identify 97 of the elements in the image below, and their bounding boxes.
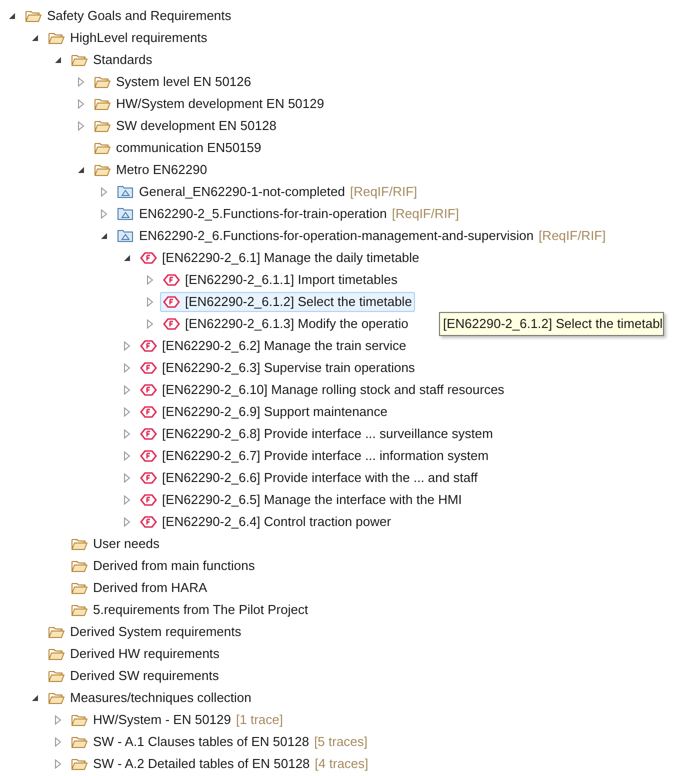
folder-icon — [48, 647, 65, 661]
expand-toggle-icon[interactable] — [144, 318, 156, 330]
tooltip: [EN62290-2_6.1.2] Select the timetabl — [439, 312, 664, 336]
requirement-icon — [140, 515, 157, 529]
item-annotation: [4 traces] — [314, 755, 368, 774]
folder-icon — [94, 75, 111, 89]
expand-toggle-icon[interactable] — [144, 274, 156, 286]
expand-toggle-icon[interactable] — [98, 208, 110, 220]
tree-item[interactable]: [EN62290-2_6.7] Provide interface ... information system — [137, 446, 492, 466]
tree-item[interactable]: [EN62290-2_6.8] Provide interface ... surveillance system — [137, 424, 496, 444]
diagram-box-icon — [117, 229, 134, 243]
tree-item[interactable]: [EN62290-2_6.1.1] Import timetables — [160, 270, 400, 290]
tree-item[interactable]: [EN62290-2_6.9] Support maintenance — [137, 402, 390, 422]
expand-toggle-icon[interactable] — [75, 98, 87, 110]
requirement-icon — [140, 449, 157, 463]
tree-item[interactable]: EN62290-2_6.Functions-for-operation-management-and-supervision — [114, 226, 537, 246]
tree-item[interactable]: SW development EN 50128 — [91, 116, 280, 136]
requirement-icon — [140, 361, 157, 375]
diagram-box-icon — [117, 185, 134, 199]
tree-item[interactable]: Safety Goals and Requirements — [22, 6, 234, 26]
expand-toggle-icon[interactable] — [121, 428, 133, 440]
item-annotation: [ReqIF/RIF] — [392, 205, 460, 224]
folder-icon — [94, 141, 111, 155]
tree-item[interactable]: [EN62290-2_6.1] Manage the daily timetable — [137, 248, 422, 268]
expand-toggle-icon[interactable] — [98, 186, 110, 198]
folder-icon — [94, 97, 111, 111]
tree-item[interactable]: EN62290-2_5.Functions-for-train-operation — [114, 204, 390, 224]
expand-toggle-icon[interactable] — [121, 450, 133, 462]
requirement-icon — [140, 339, 157, 353]
requirement-icon — [140, 493, 157, 507]
tree-item[interactable]: General_EN62290-1-not-completed — [114, 182, 348, 202]
expand-toggle-icon[interactable] — [121, 362, 133, 374]
diagram-box-icon — [117, 207, 134, 221]
item-annotation: [ReqIF/RIF] — [350, 183, 418, 202]
expand-toggle-icon[interactable] — [75, 120, 87, 132]
item-annotation: [ReqIF/RIF] — [538, 227, 606, 246]
tree-item[interactable]: System level EN 50126 — [91, 72, 254, 92]
requirement-icon — [163, 273, 180, 287]
tree-item[interactable]: Standards — [68, 50, 156, 70]
item-annotation: [5 traces] — [314, 733, 368, 752]
tree-item[interactable]: User needs — [68, 534, 162, 554]
folder-icon — [71, 53, 88, 67]
expand-toggle-icon[interactable] — [121, 494, 133, 506]
tree-item[interactable]: [EN62290-2_6.5] Manage the interface with the HMI — [137, 490, 465, 510]
tree-item[interactable]: HighLevel requirements — [45, 28, 210, 48]
tree-item[interactable]: HW/System - EN 50129 — [68, 710, 234, 730]
expand-toggle-icon[interactable] — [121, 384, 133, 396]
folder-icon — [71, 757, 88, 771]
folder-icon — [71, 537, 88, 551]
tree-item[interactable]: 5.requirements from The Pilot Project — [68, 600, 312, 620]
folder-icon — [71, 603, 88, 617]
expand-toggle-icon[interactable] — [121, 340, 133, 352]
requirement-icon — [140, 405, 157, 419]
expand-toggle-icon[interactable] — [121, 406, 133, 418]
expand-toggle-icon[interactable] — [52, 758, 64, 770]
tree-item[interactable]: Derived HW requirements — [45, 644, 223, 664]
tree-item[interactable]: [EN62290-2_6.1.3] Modify the operatio — [160, 314, 412, 334]
folder-icon — [48, 31, 65, 45]
folder-icon — [48, 625, 65, 639]
tree-item[interactable]: HW/System development EN 50129 — [91, 94, 328, 114]
tree-item[interactable]: SW - A.1 Clauses tables of EN 50128 — [68, 732, 312, 752]
tree-item[interactable]: SW - A.2 Detailed tables of EN 50128 — [68, 754, 313, 774]
tree-item[interactable]: Derived from main functions — [68, 556, 258, 576]
expand-toggle-icon[interactable] — [52, 736, 64, 748]
folder-icon — [71, 713, 88, 727]
folder-icon — [25, 9, 42, 23]
expand-toggle-icon[interactable] — [75, 76, 87, 88]
folder-icon — [94, 163, 111, 177]
tree-item[interactable]: [EN62290-2_6.3] Supervise train operations — [137, 358, 418, 378]
tree-item[interactable]: [EN62290-2_6.1.2] Select the timetable — [160, 292, 415, 312]
folder-icon — [48, 691, 65, 705]
tree-item[interactable]: Measures/techniques collection — [45, 688, 254, 708]
folder-icon — [71, 735, 88, 749]
requirement-icon — [140, 471, 157, 485]
tree-item[interactable]: [EN62290-2_6.4] Control traction power — [137, 512, 394, 532]
tree-item[interactable]: Derived SW requirements — [45, 666, 222, 686]
requirement-icon — [163, 295, 180, 309]
tree-item[interactable]: [EN62290-2_6.2] Manage the train service — [137, 336, 410, 356]
expand-toggle-icon[interactable] — [121, 472, 133, 484]
expand-toggle-icon[interactable] — [121, 516, 133, 528]
tree-item[interactable]: Metro EN62290 — [91, 160, 210, 180]
folder-icon — [71, 581, 88, 595]
expand-toggle-icon[interactable] — [144, 296, 156, 308]
requirement-icon — [163, 317, 180, 331]
tree-item[interactable]: Derived from HARA — [68, 578, 210, 598]
tree-item[interactable]: [EN62290-2_6.10] Manage rolling stock and staff resources — [137, 380, 508, 400]
folder-icon — [71, 559, 88, 573]
tree-item[interactable]: [EN62290-2_6.6] Provide interface with the ... and staff — [137, 468, 481, 488]
expand-toggle-icon[interactable] — [52, 714, 64, 726]
folder-icon — [48, 669, 65, 683]
tree-item[interactable]: Derived System requirements — [45, 622, 244, 642]
item-annotation: [1 trace] — [236, 711, 283, 730]
requirement-icon — [140, 383, 157, 397]
requirement-icon — [140, 427, 157, 441]
folder-icon — [94, 119, 111, 133]
requirement-icon — [140, 251, 157, 265]
tree-item[interactable]: communication EN50159 — [91, 138, 264, 158]
